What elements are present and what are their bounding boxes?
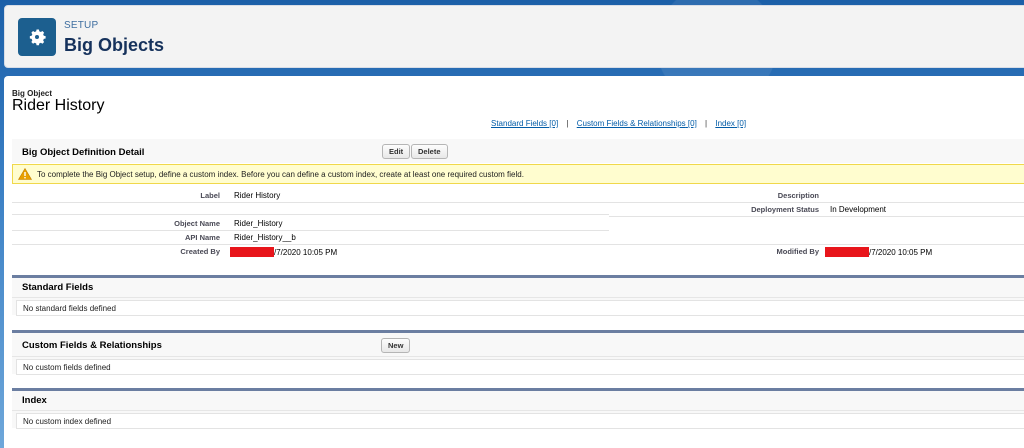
divider	[609, 216, 1024, 217]
index-body: No custom index defined	[12, 410, 1024, 429]
field-deployment-status-label: Deployment Status	[751, 205, 819, 214]
field-created-by-value: /7/2020 10:05 PM	[230, 247, 337, 257]
section-title: Index	[22, 395, 47, 406]
field-created-by-label: Created By	[180, 247, 220, 256]
new-custom-field-button[interactable]: New	[381, 338, 411, 353]
field-api-name-label: API Name	[184, 233, 220, 242]
main-panel: Big Object Rider History Standard Fields…	[4, 76, 1024, 448]
standard-fields-body: No standard fields defined	[12, 297, 1024, 316]
link-standard-fields[interactable]: Standard Fields [0]	[491, 119, 558, 128]
link-custom-fields[interactable]: Custom Fields & Relationships [0]	[577, 119, 697, 128]
setup-header: SETUP Big Objects	[4, 5, 1024, 68]
redaction-block	[230, 247, 274, 257]
link-index[interactable]: Index [0]	[715, 119, 746, 128]
field-object-name-label: Object Name	[174, 219, 220, 228]
field-modified-by-label: Modified By	[776, 247, 820, 256]
warning-text: To complete the Big Object setup, define…	[37, 170, 524, 179]
divider	[12, 202, 609, 203]
page-title: Big Objects	[64, 35, 165, 55]
custom-fields-section: Custom Fields & Relationships New	[12, 330, 1024, 356]
field-label-label: Label	[200, 191, 220, 200]
warning-message: To complete the Big Object setup, define…	[12, 164, 1024, 184]
divider	[609, 202, 1024, 203]
field-description-label: Description	[777, 191, 819, 200]
warning-icon	[18, 168, 32, 180]
divider	[12, 244, 1024, 245]
record-name: Rider History	[12, 97, 105, 114]
custom-fields-body: No custom fields defined	[12, 356, 1024, 375]
setup-icon-tile	[18, 18, 56, 56]
detail-section-header: Big Object Definition Detail Edit Delete	[12, 139, 1024, 163]
detail-fields: Label Rider History Object Name Rider_Hi…	[12, 186, 1024, 258]
field-object-name-value: Rider_History	[234, 219, 283, 228]
link-separator: |	[566, 119, 569, 128]
redaction-block	[825, 247, 869, 257]
edit-button[interactable]: Edit	[382, 144, 411, 159]
setup-eyebrow: SETUP	[64, 20, 99, 31]
detail-title: Big Object Definition Detail	[22, 147, 145, 158]
field-modified-by-value: /7/2020 10:05 PM	[825, 247, 932, 257]
empty-message: No standard fields defined	[23, 304, 116, 313]
divider	[12, 214, 609, 215]
section-title: Standard Fields	[22, 282, 94, 293]
gear-icon	[29, 29, 46, 46]
delete-button[interactable]: Delete	[411, 144, 448, 159]
field-label-value: Rider History	[234, 191, 281, 200]
empty-message: No custom index defined	[23, 417, 112, 426]
index-section: Index	[12, 388, 1024, 410]
link-separator: |	[705, 119, 708, 128]
related-list-links: Standard Fields [0] | Custom Fields & Re…	[491, 119, 746, 128]
divider	[12, 230, 609, 231]
standard-fields-section: Standard Fields	[12, 275, 1024, 297]
empty-message: No custom fields defined	[23, 363, 111, 372]
field-deployment-status-value: In Development	[830, 205, 887, 214]
section-title: Custom Fields & Relationships	[22, 340, 162, 351]
field-api-name-value: Rider_History__b	[234, 233, 296, 242]
